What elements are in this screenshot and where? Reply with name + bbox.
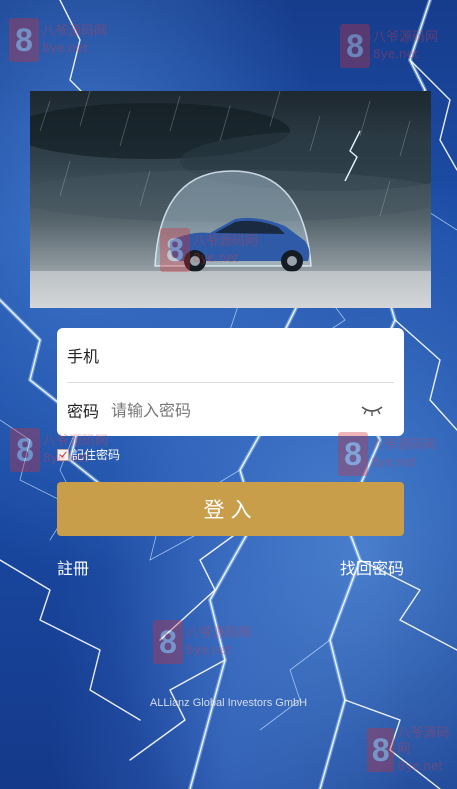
- watermark-logo: 8 八爷源码网 8ye.net: [340, 24, 438, 68]
- watermark-logo-mark: 8: [338, 432, 368, 476]
- login-button[interactable]: 登入: [57, 482, 404, 536]
- watermark-logo: 8 八爷源码网 8ye.net: [9, 18, 107, 62]
- footer-company-text: ALLianz Global Investors GmbH: [149, 697, 308, 709]
- password-input[interactable]: [111, 400, 354, 420]
- watermark-logo-mark: 8: [340, 24, 370, 68]
- phone-row: 手机: [67, 328, 394, 383]
- password-label: 密码: [67, 402, 100, 421]
- password-row: 密码: [67, 383, 394, 437]
- watermark-logo-mark: 8: [153, 620, 183, 664]
- phone-label: 手机: [67, 347, 100, 366]
- recover-password-link[interactable]: 找回密码: [340, 555, 404, 579]
- watermark-brand: 八爷源码网: [186, 626, 252, 641]
- watermark-logo-mark: 8: [367, 728, 395, 772]
- watermark-domain: 8ye.net: [186, 643, 232, 657]
- hero-banner-image: [30, 91, 431, 308]
- watermark-brand: 八爷源码网: [397, 726, 450, 757]
- watermark-domain: 8ye.net: [42, 41, 88, 55]
- watermark-brand: 八爷源码网: [371, 438, 437, 453]
- remember-password-checkbox[interactable]: 記住密码: [57, 446, 120, 463]
- watermark-logo-mark: 8: [9, 18, 39, 62]
- watermark-domain: 8ye.net: [397, 759, 444, 773]
- eye-closed-icon[interactable]: [360, 403, 384, 417]
- phone-input[interactable]: [111, 345, 394, 365]
- watermark-domain: 8ye.net: [371, 455, 417, 469]
- checkbox-icon[interactable]: [57, 448, 69, 461]
- watermark-logo: 8 八爷源码网 8ye.net: [367, 726, 457, 774]
- login-form: 手机 密码: [57, 328, 404, 436]
- watermark-domain: 8ye.net: [373, 47, 419, 61]
- watermark-logo-mark: 8: [10, 428, 40, 472]
- watermark-logo: 8 八爷源码网 8ye.net: [338, 432, 436, 476]
- register-link[interactable]: 註冊: [57, 555, 89, 579]
- watermark-brand: 八爷源码网: [42, 24, 108, 39]
- watermark-brand: 八爷源码网: [373, 30, 439, 45]
- car-in-storm-illustration: [30, 91, 431, 308]
- remember-password-label: 記住密码: [72, 448, 121, 462]
- watermark-logo: 8 八爷源码网 8ye.net: [153, 620, 251, 664]
